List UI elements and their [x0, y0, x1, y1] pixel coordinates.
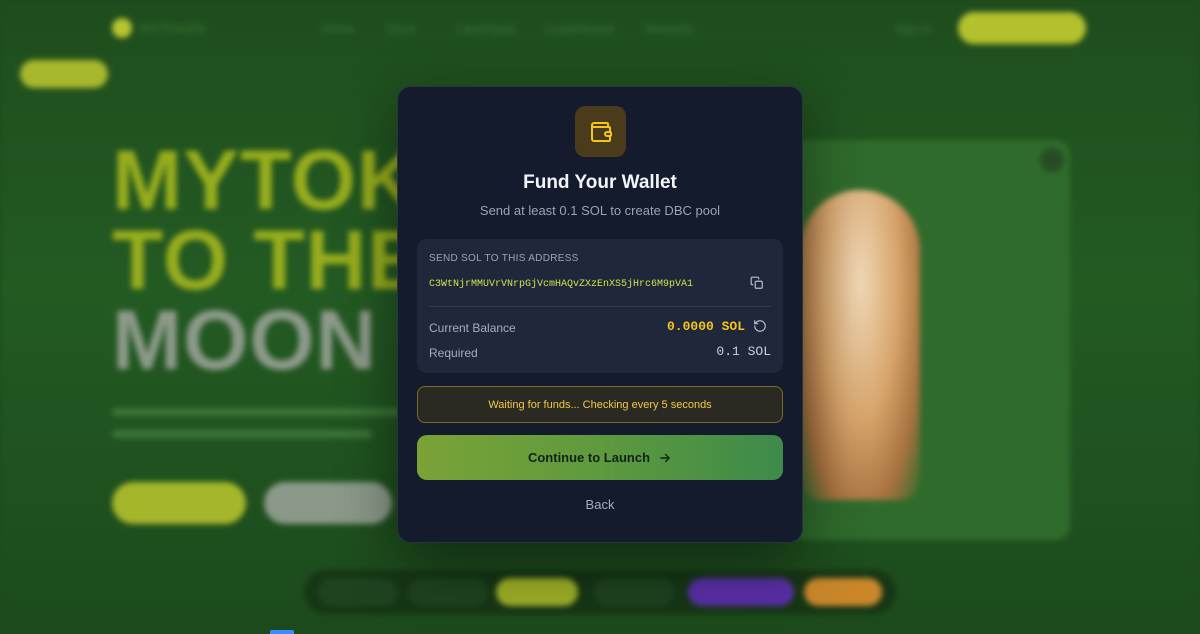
background-dog-image: [800, 190, 920, 500]
modal-title: Fund Your Wallet: [523, 172, 677, 193]
required-value: 0.1 SOL: [716, 344, 771, 359]
background-navbar: MYTOKEN Home Docs Launchpad Leaderboard …: [0, 10, 1200, 46]
background-close-icon: [1040, 148, 1064, 172]
background-nav-link: Home: [322, 22, 355, 36]
status-text: Waiting for funds... Checking every 5 se…: [488, 398, 712, 411]
back-button[interactable]: Back: [398, 497, 802, 512]
background-nav-link: Docs: [388, 22, 416, 36]
wallet-address[interactable]: C3WtNjrMMUVrVNrpGjVcmHAQvZXzEnXS5jHrc6M9…: [429, 279, 693, 290]
balance-label: Current Balance: [429, 321, 516, 335]
background-cta-button: [958, 12, 1086, 44]
background-nav-link: Leaderboard: [545, 22, 614, 36]
modal-subtitle: Send at least 0.1 SOL to create DBC pool: [479, 203, 721, 218]
waiting-status-banner: Waiting for funds... Checking every 5 se…: [417, 386, 783, 423]
card-divider: [429, 306, 771, 307]
copy-icon[interactable]: [750, 276, 766, 292]
taskbar-app-icon[interactable]: [270, 630, 294, 634]
refresh-icon[interactable]: [753, 319, 767, 333]
background-nav-link: Launchpad: [456, 22, 516, 36]
background-signin-link: Sign in: [895, 22, 932, 36]
arrow-right-icon: [660, 453, 670, 462]
continue-label: Continue to Launch: [527, 450, 651, 465]
background-description: [112, 408, 412, 452]
continue-to-launch-button[interactable]: Continue to Launch: [417, 435, 783, 480]
background-dock: [304, 570, 896, 614]
wallet-icon: [575, 106, 626, 157]
address-card: SEND SOL TO THIS ADDRESS C3WtNjrMMUVrVNr…: [417, 239, 783, 373]
fund-wallet-modal: Fund Your Wallet Send at least 0.1 SOL t…: [397, 86, 803, 543]
required-label: Required: [429, 346, 478, 360]
background-pill-badge: [20, 60, 108, 88]
address-label: SEND SOL TO THIS ADDRESS: [429, 253, 579, 264]
background-logo: MYTOKEN: [112, 18, 205, 38]
background-logo-text: MYTOKEN: [140, 20, 205, 36]
background-secondary-button: [264, 482, 392, 524]
logo-mark-icon: [112, 18, 132, 38]
background-nav-link: Rewards: [646, 22, 694, 36]
background-primary-button: [112, 482, 246, 524]
balance-value: 0.0000 SOL: [666, 319, 745, 334]
